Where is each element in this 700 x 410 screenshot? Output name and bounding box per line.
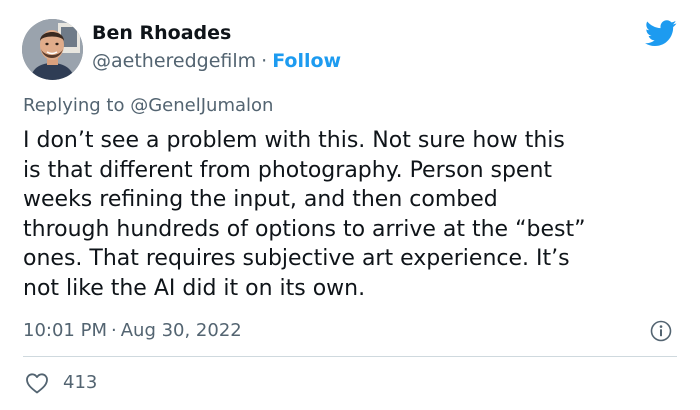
like-count[interactable]: 413 [63, 372, 97, 393]
author-name[interactable]: Ben Rhoades [92, 22, 231, 44]
twitter-bird-icon[interactable] [645, 20, 677, 47]
divider [23, 356, 677, 357]
replying-to-label: Replying to [23, 95, 125, 116]
info-icon[interactable] [650, 320, 672, 342]
avatar[interactable] [22, 19, 83, 80]
tweet-text: I don’t see a problem with this. Not sur… [23, 128, 586, 301]
handle-separator: · [261, 50, 268, 72]
tweet-time: 10:01 PM [23, 320, 107, 341]
follow-button[interactable]: Follow [272, 50, 341, 72]
author-handle-row: @aetheredgefilm · Follow [92, 50, 341, 72]
meta-separator: · [110, 320, 117, 341]
replying-to: Replying to @GenelJumalon [23, 95, 273, 116]
reply-mention-link[interactable]: @GenelJumalon [130, 95, 273, 116]
avatar-photo [22, 19, 83, 80]
author-handle[interactable]: @aetheredgefilm [92, 50, 256, 72]
tweet-timestamp[interactable]: 10:01 PM · Aug 30, 2022 [23, 320, 242, 341]
heart-icon[interactable] [25, 372, 49, 394]
tweet-card: Ben Rhoades @aetheredgefilm · Follow Reply… [0, 0, 700, 410]
tweet-date: Aug 30, 2022 [120, 320, 242, 341]
